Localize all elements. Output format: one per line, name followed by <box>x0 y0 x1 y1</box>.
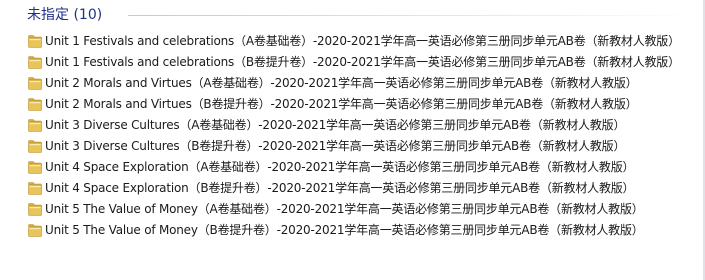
folder-name: Unit 4 Space Exploration（A卷基础卷）-2020-202… <box>45 160 635 174</box>
group-title: 未指定 (10) <box>27 7 103 23</box>
folder-icon <box>28 77 42 90</box>
folder-name: Unit 3 Diverse Cultures（B卷提升卷）-2020-2021… <box>45 139 626 153</box>
folder-item[interactable]: Unit 2 Morals and Virtues（B卷提升卷）-2020-20… <box>0 94 705 115</box>
group-header[interactable]: 未指定 (10) <box>0 0 705 30</box>
folder-name: Unit 2 Morals and Virtues（B卷提升卷）-2020-20… <box>45 97 638 111</box>
folder-icon <box>28 98 42 111</box>
folder-item[interactable]: Unit 4 Space Exploration（B卷提升卷）-2020-202… <box>0 178 705 199</box>
group-divider <box>128 15 696 16</box>
folder-list: Unit 1 Festivals and celebrations（A卷基础卷）… <box>0 31 705 241</box>
folder-icon <box>28 56 42 69</box>
file-list-pane: 未指定 (10) Unit 1 Festivals and celebratio… <box>0 0 705 280</box>
folder-item[interactable]: Unit 3 Diverse Cultures（A卷基础卷）-2020-2021… <box>0 115 705 136</box>
folder-name: Unit 2 Morals and Virtues（A卷基础卷）-2020-20… <box>45 76 638 90</box>
folder-name: Unit 5 The Value of Money（A卷基础卷）-2020-20… <box>45 202 644 216</box>
folder-item[interactable]: Unit 4 Space Exploration（A卷基础卷）-2020-202… <box>0 157 705 178</box>
folder-name: Unit 3 Diverse Cultures（A卷基础卷）-2020-2021… <box>45 118 626 132</box>
folder-icon <box>28 140 42 153</box>
folder-icon <box>28 119 42 132</box>
folder-name: Unit 1 Festivals and celebrations（A卷基础卷）… <box>45 34 680 48</box>
folder-name: Unit 5 The Value of Money（B卷提升卷）-2020-20… <box>45 223 644 237</box>
folder-icon <box>28 161 42 174</box>
folder-icon <box>28 35 42 48</box>
folder-item[interactable]: Unit 5 The Value of Money（A卷基础卷）-2020-20… <box>0 199 705 220</box>
folder-name: Unit 1 Festivals and celebrations（B卷提升卷）… <box>45 55 680 69</box>
folder-icon <box>28 224 42 237</box>
folder-item[interactable]: Unit 3 Diverse Cultures（B卷提升卷）-2020-2021… <box>0 136 705 157</box>
folder-item[interactable]: Unit 1 Festivals and celebrations（A卷基础卷）… <box>0 31 705 52</box>
folder-icon <box>28 182 42 195</box>
folder-icon <box>28 203 42 216</box>
folder-item[interactable]: Unit 1 Festivals and celebrations（B卷提升卷）… <box>0 52 705 73</box>
folder-item[interactable]: Unit 5 The Value of Money（B卷提升卷）-2020-20… <box>0 220 705 241</box>
folder-item[interactable]: Unit 2 Morals and Virtues（A卷基础卷）-2020-20… <box>0 73 705 94</box>
folder-name: Unit 4 Space Exploration（B卷提升卷）-2020-202… <box>45 181 635 195</box>
